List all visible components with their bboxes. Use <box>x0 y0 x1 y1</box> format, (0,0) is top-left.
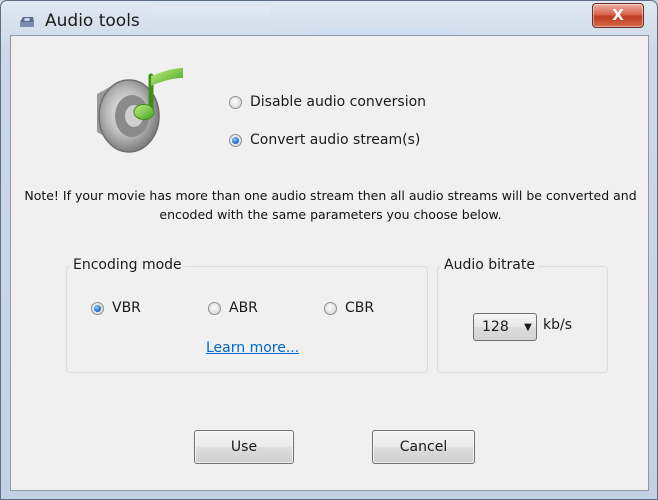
chevron-down-icon: ▼ <box>524 321 532 333</box>
disable-audio-conversion-radio[interactable] <box>229 95 242 109</box>
dialog-body: Disable audio conversion Convert audio s… <box>10 35 649 491</box>
cancel-button[interactable]: Cancel <box>372 430 475 464</box>
speaker-app-icon <box>20 17 34 27</box>
vbr-label: VBR <box>112 300 141 316</box>
disable-audio-conversion-option[interactable]: Disable audio conversion <box>229 94 426 110</box>
audio-bitrate-legend: Audio bitrate <box>441 257 538 273</box>
convert-audio-streams-option[interactable]: Convert audio stream(s) <box>229 132 420 148</box>
audio-tools-window: Audio tools X Disable audio conversion C… <box>0 0 658 500</box>
window-title: Audio tools <box>45 11 140 31</box>
abr-radio[interactable] <box>208 301 221 315</box>
use-button[interactable]: Use <box>194 430 294 464</box>
close-button[interactable]: X <box>592 3 644 28</box>
note-line-2: encoded with the same parameters you cho… <box>159 207 502 222</box>
audio-bitrate-unit: kb/s <box>543 317 573 333</box>
vbr-radio[interactable] <box>91 301 104 315</box>
convert-audio-streams-radio[interactable] <box>229 133 242 147</box>
audio-bitrate-select[interactable]: 128 ▼ <box>473 313 537 341</box>
cbr-option[interactable]: CBR <box>324 300 374 316</box>
note-line-1: Note! If your movie has more than one au… <box>24 188 637 203</box>
learn-more-link[interactable]: Learn more... <box>206 340 299 356</box>
audio-bitrate-value: 128 <box>482 319 509 335</box>
abr-label: ABR <box>229 300 258 316</box>
cbr-radio[interactable] <box>324 301 337 315</box>
encoding-mode-group: Encoding mode <box>66 257 428 373</box>
cbr-label: CBR <box>345 300 375 316</box>
vbr-option[interactable]: VBR <box>91 300 141 316</box>
encoding-mode-legend: Encoding mode <box>70 257 185 273</box>
disable-audio-conversion-label: Disable audio conversion <box>250 94 427 110</box>
abr-option[interactable]: ABR <box>208 300 258 316</box>
note-text: Note! If your movie has more than one au… <box>11 186 650 224</box>
speaker-music-icon <box>97 68 183 153</box>
convert-audio-streams-label: Convert audio stream(s) <box>250 132 421 148</box>
